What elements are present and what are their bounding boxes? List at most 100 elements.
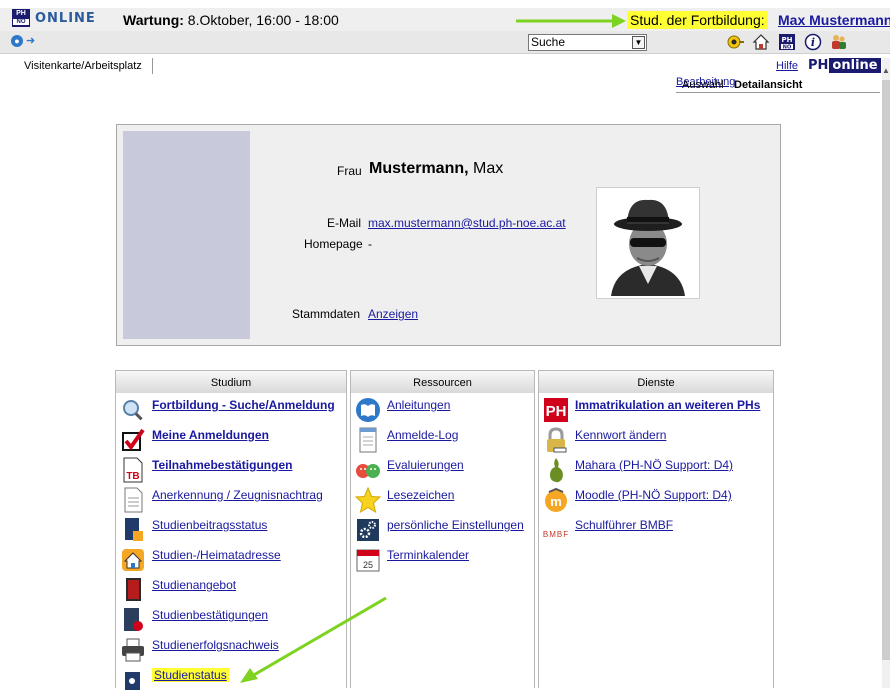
tb-document-icon: TB	[120, 457, 146, 483]
ph-online-logo[interactable]: PH NÖ ONLINE	[12, 9, 96, 27]
scroll-up-icon[interactable]: ▲	[882, 66, 890, 76]
view-detail: Detailansicht	[734, 79, 803, 91]
svg-text:PH: PH	[546, 403, 567, 420]
magnifier-icon	[120, 397, 146, 423]
toolbar-icons: PH NÖ i	[726, 33, 848, 51]
svg-text:PH: PH	[782, 36, 793, 44]
card-homepage-label: Homepage	[304, 237, 363, 251]
ressourcen-item-label[interactable]: Anmelde-Log	[387, 428, 458, 442]
ressourcen-item-label[interactable]: persönliche Einstellungen	[387, 518, 524, 532]
dienste-header: Dienste	[539, 371, 773, 393]
smiley-faces-icon	[355, 457, 381, 483]
scroll-thumb[interactable]	[882, 80, 890, 660]
gear-icon	[355, 517, 381, 543]
ressourcen-item-evaluierungen[interactable]: Evaluierungen	[351, 457, 464, 487]
brand-ph: PH	[808, 58, 829, 73]
card-email-link[interactable]: max.mustermann@stud.ph-noe.ac.at	[368, 216, 566, 230]
studium-item-fortbildung[interactable]: Fortbildung - Suche/Anmeldung	[116, 397, 335, 427]
help-link[interactable]: Hilfe	[776, 60, 798, 72]
studium-item-bestaetigungen[interactable]: Studienbestätigungen	[116, 607, 268, 637]
ressourcen-item-terminkalender[interactable]: 25 Terminkalender	[351, 547, 469, 577]
ressourcen-item-einstellungen[interactable]: persönliche Einstellungen	[351, 517, 524, 547]
studium-item-beitrag[interactable]: Studienbeitragsstatus	[116, 517, 267, 547]
tab-business-card[interactable]: Visitenkarte/Arbeitsplatz	[14, 58, 153, 74]
manual-book-icon	[355, 397, 381, 423]
ressourcen-item-label[interactable]: Terminkalender	[387, 548, 469, 562]
studium-item-label[interactable]: Fortbildung - Suche/Anmeldung	[152, 398, 335, 412]
forward-icon[interactable]: ➜	[26, 35, 38, 47]
maintenance-label: Wartung:	[123, 12, 184, 28]
dienste-item-label[interactable]: Kennwort ändern	[575, 428, 666, 442]
dienste-item-immatrikulation[interactable]: PH Immatrikulation an weiteren PHs	[539, 397, 760, 427]
card-email-label: E-Mail	[327, 216, 362, 230]
dienste-item-label[interactable]: Schulführer BMBF	[575, 518, 673, 532]
bmbf-icon: BMBF	[543, 517, 569, 543]
document-icon	[120, 487, 146, 513]
certificate-book-icon	[120, 607, 146, 633]
studium-item-label[interactable]: Meine Anmeldungen	[152, 428, 269, 442]
dienste-item-label[interactable]: Moodle (PH-NÖ Support: D4)	[575, 488, 732, 502]
svg-text:i: i	[811, 36, 815, 49]
maintenance-value: 8.Oktober, 16:00 - 18:00	[183, 12, 339, 28]
studium-item-label[interactable]: Studien-/Heimatadresse	[152, 548, 281, 562]
studium-item-label[interactable]: Studienbestätigungen	[152, 608, 268, 622]
tab-bar: Visitenkarte/Arbeitsplatz Hilfe PH online	[0, 58, 890, 75]
logo-text: ONLINE	[35, 10, 96, 26]
studium-item-studienstatus[interactable]: Studienstatus	[116, 667, 229, 697]
badge-bottom: NÖ	[13, 19, 29, 25]
dienste-item-label[interactable]: Mahara (PH-NÖ Support: D4)	[575, 458, 733, 472]
studium-item-adresse[interactable]: Studien-/Heimatadresse	[116, 547, 281, 577]
card-homepage-value: -	[368, 237, 372, 251]
printer-icon	[120, 637, 146, 663]
ressourcen-item-lesezeichen[interactable]: Lesezeichen	[351, 487, 454, 517]
dienste-item-label[interactable]: Immatrikulation an weiteren PHs	[575, 398, 760, 412]
ressourcen-item-label[interactable]: Evaluierungen	[387, 458, 464, 472]
moodle-icon: m	[543, 487, 569, 513]
spy-avatar-icon	[611, 199, 685, 296]
studium-item-erfolgsnachweis[interactable]: Studienerfolgsnachweis	[116, 637, 279, 667]
ph-online-brand: PH online	[808, 58, 881, 73]
dienste-column: Dienste PH Immatrikulation an weiteren P…	[538, 370, 774, 688]
key-icon[interactable]	[726, 33, 744, 51]
studium-item-teilnahme[interactable]: TB Teilnahmebestätigungen	[116, 457, 292, 487]
search-select-value: Suche	[531, 35, 566, 49]
studium-item-label[interactable]: Teilnahmebestätigungen	[152, 458, 292, 472]
studium-item-label[interactable]: Studienbeitragsstatus	[152, 518, 267, 532]
avatar	[596, 187, 700, 299]
view-switcher: Auswahl Detailansicht Bearbeitung	[676, 76, 880, 93]
ressourcen-item-log[interactable]: Anmelde-Log	[351, 427, 458, 457]
chevron-down-icon[interactable]: ▼	[632, 36, 645, 49]
studium-item-label[interactable]: Studienerfolgsnachweis	[152, 638, 279, 652]
user-name-link[interactable]: Max Mustermann	[778, 12, 890, 28]
business-card: Frau Mustermann, Max E-Mail max.musterma…	[116, 124, 781, 346]
studium-item-anmeldungen[interactable]: Meine Anmeldungen	[116, 427, 269, 457]
search-select[interactable]: Suche ▼	[528, 34, 647, 51]
studium-item-angebot[interactable]: Studienangebot	[116, 577, 236, 607]
ressourcen-item-label[interactable]: Lesezeichen	[387, 488, 454, 502]
card-full-name: Mustermann, Max	[369, 160, 503, 178]
status-book-icon	[120, 667, 146, 693]
dienste-item-kennwort[interactable]: Kennwort ändern	[539, 427, 666, 457]
studium-header: Studium	[116, 371, 346, 393]
scrollbar[interactable]: ▲	[882, 58, 890, 688]
home-icon[interactable]	[752, 33, 770, 51]
checkbox-checked-icon	[120, 427, 146, 453]
dienste-item-schulfuehrer[interactable]: BMBF Schulführer BMBF	[539, 517, 673, 547]
info-icon[interactable]: i	[804, 33, 822, 51]
view-auswahl[interactable]: Auswahl	[682, 79, 724, 91]
studium-item-label[interactable]: Studienstatus	[152, 668, 229, 682]
back-icon[interactable]: ●	[11, 35, 23, 47]
people-icon[interactable]	[830, 33, 848, 51]
ressourcen-item-label[interactable]: Anleitungen	[387, 398, 450, 412]
home-address-icon	[120, 547, 146, 573]
card-stammdaten-link[interactable]: Anzeigen	[368, 307, 418, 321]
dienste-item-moodle[interactable]: m Moodle (PH-NÖ Support: D4)	[539, 487, 732, 517]
svg-text:TB: TB	[126, 471, 139, 482]
studium-item-label[interactable]: Studienangebot	[152, 578, 236, 592]
ph-icon[interactable]: PH NÖ	[778, 33, 796, 51]
mahara-icon	[543, 457, 569, 483]
ressourcen-item-anleitungen[interactable]: Anleitungen	[351, 397, 450, 427]
studium-item-label[interactable]: Anerkennung / Zeugnisnachtrag	[152, 488, 323, 502]
dienste-item-mahara[interactable]: Mahara (PH-NÖ Support: D4)	[539, 457, 733, 487]
studium-item-anerkennung[interactable]: Anerkennung / Zeugnisnachtrag	[116, 487, 323, 517]
